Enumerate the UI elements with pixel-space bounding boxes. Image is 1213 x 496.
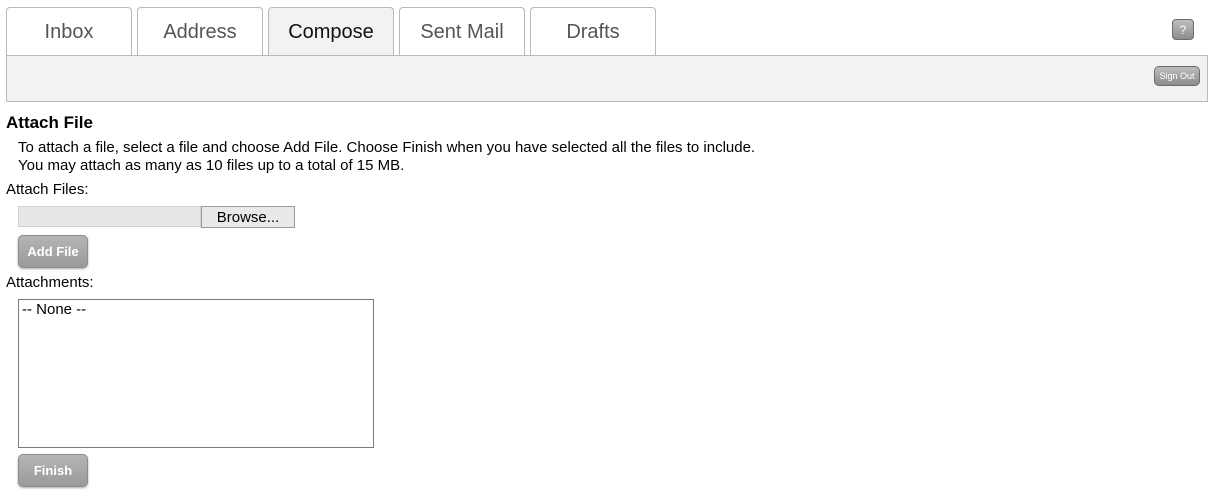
tab-compose[interactable]: Compose — [268, 7, 394, 57]
tab-address[interactable]: Address — [137, 7, 263, 56]
page-title: Attach File — [6, 113, 93, 132]
instruction-line: You may attach as many as 10 files up to… — [18, 157, 405, 174]
tab-drafts[interactable]: Drafts — [530, 7, 656, 56]
list-item[interactable]: -- None -- — [22, 301, 370, 318]
help-button[interactable]: ? — [1172, 19, 1194, 40]
file-path-field[interactable] — [18, 206, 201, 227]
instructions: To attach a file, select a file and choo… — [18, 139, 755, 175]
attachments-listbox[interactable]: -- None -- — [18, 299, 374, 448]
attach-file-page: Inbox Address Compose Sent Mail Drafts ?… — [0, 0, 1213, 496]
main-tabs: Inbox Address Compose Sent Mail Drafts — [6, 7, 661, 57]
finish-button[interactable]: Finish — [18, 454, 88, 487]
help-icon: ? — [1179, 22, 1187, 37]
browse-button[interactable]: Browse... — [201, 206, 295, 228]
instruction-line: To attach a file, select a file and choo… — [18, 139, 756, 156]
attachments-label: Attachments: — [6, 274, 94, 291]
attach-files-label: Attach Files: — [6, 181, 89, 198]
toolbar: Sign Out — [6, 55, 1208, 102]
sign-out-button[interactable]: Sign Out — [1154, 66, 1200, 86]
add-file-button[interactable]: Add File — [18, 235, 88, 268]
tab-sent-mail[interactable]: Sent Mail — [399, 7, 525, 56]
tab-inbox[interactable]: Inbox — [6, 7, 132, 56]
